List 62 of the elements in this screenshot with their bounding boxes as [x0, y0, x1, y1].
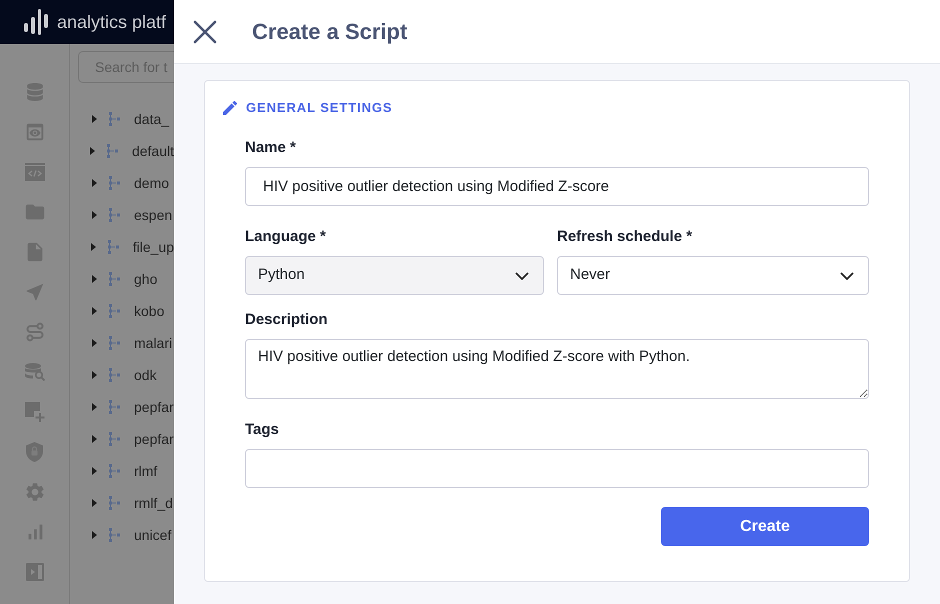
schema-icon [109, 176, 120, 190]
chevron-down-icon [840, 272, 854, 280]
pencil-icon [223, 101, 237, 115]
schema-icon [109, 208, 120, 222]
caret-icon[interactable] [92, 531, 96, 539]
field-label: Name * [245, 139, 297, 157]
schema-icon [109, 400, 120, 414]
field-label: Tags [245, 421, 280, 439]
caret-icon[interactable] [92, 403, 96, 411]
select-field[interactable]: Never [557, 256, 869, 295]
create-button[interactable]: Create [661, 507, 869, 546]
drawer-title: Create a Script [252, 18, 408, 46]
tree-item-label[interactable]: espen [134, 204, 172, 226]
sidebar-toggle-icon[interactable] [26, 563, 44, 581]
tree-item-label[interactable]: rmlf_d [134, 492, 173, 514]
caret-icon[interactable] [92, 307, 96, 315]
tree-item-label[interactable]: pepfar [134, 396, 174, 418]
tree-item-label[interactable]: odk [134, 364, 157, 386]
tree-item-label[interactable]: file_up [132, 236, 174, 258]
schema-icon [109, 272, 120, 286]
schema-icon [109, 112, 120, 126]
tree-item-label[interactable]: rlmf [134, 460, 158, 482]
text-input[interactable]: HIV positive outlier detection using Modified Z-score [245, 167, 869, 206]
caret-icon[interactable] [90, 243, 96, 251]
caret-icon[interactable] [92, 435, 96, 443]
chevron-down-icon [515, 272, 529, 280]
caret-icon[interactable] [92, 115, 96, 123]
caret-icon[interactable] [92, 275, 96, 283]
schema-icon [106, 144, 118, 158]
field-label: Description [245, 311, 329, 329]
description-textarea[interactable]: HIV positive outlier detection using Modified Z-score with Python. [245, 339, 869, 399]
schema-icon [109, 368, 120, 382]
schema-icon [108, 240, 119, 254]
caret-icon[interactable] [92, 371, 96, 379]
tree-item-label[interactable]: pepfar [134, 428, 174, 450]
tree-item-label[interactable]: gho [134, 268, 158, 290]
field-label: Refresh schedule * [557, 228, 694, 246]
caret-icon[interactable] [92, 179, 96, 187]
close-button[interactable] [193, 20, 217, 44]
caret-icon[interactable] [92, 467, 96, 475]
tree-item-label[interactable]: unicef [134, 524, 172, 546]
schema-icon [109, 496, 120, 510]
schema-icon [109, 336, 120, 350]
schema-icon [109, 432, 120, 446]
caret-icon[interactable] [92, 339, 96, 347]
schema-icon [109, 304, 120, 318]
tree-item-label[interactable]: default [132, 140, 174, 162]
logo-text: analytics platf [57, 10, 166, 34]
schema-icon [109, 464, 120, 478]
caret-icon[interactable] [92, 499, 96, 507]
schema-icon [109, 528, 120, 542]
close-icon [193, 20, 217, 44]
caret-icon[interactable] [92, 211, 96, 219]
tree-item-label[interactable]: demo [134, 172, 170, 194]
text-input[interactable] [245, 449, 869, 488]
section-title: GENERAL SETTINGS [246, 99, 393, 118]
tree-item-label[interactable]: malari [134, 332, 172, 354]
tree-item-label[interactable]: kobo [134, 300, 164, 322]
tree-item-label[interactable]: data_ [134, 108, 170, 130]
field-label: Language * [245, 228, 327, 246]
caret-icon[interactable] [90, 147, 96, 155]
logo-icon [24, 9, 50, 35]
